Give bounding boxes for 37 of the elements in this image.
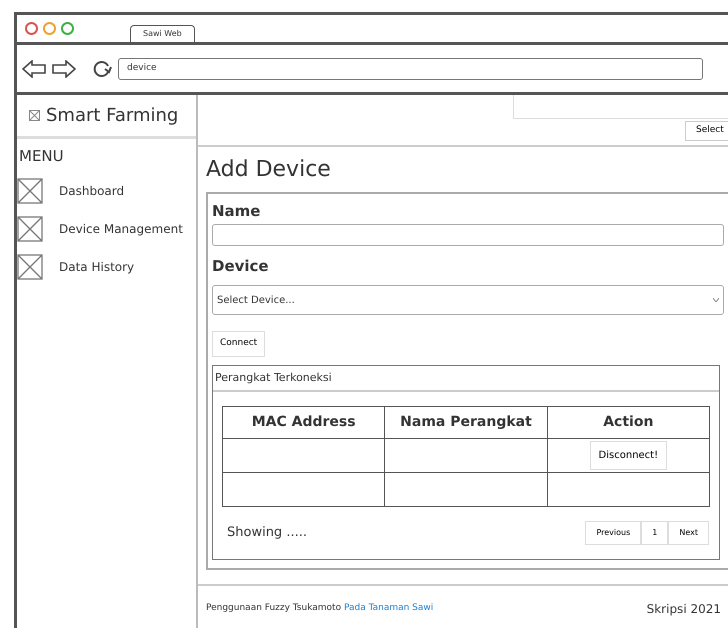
footer-credit: Skripsi 2021 <box>646 601 721 618</box>
image-placeholder-icon <box>17 178 43 204</box>
column-header: MAC Address <box>222 406 385 438</box>
image-placeholder-icon <box>17 216 43 242</box>
previous-button[interactable]: Previous <box>585 521 642 545</box>
page-title: Add Device <box>206 157 331 182</box>
select-field[interactable]: Select Device... <box>212 285 724 315</box>
image-placeholder-icon <box>17 254 43 280</box>
column-header: Action <box>547 406 710 438</box>
next-button[interactable]: Next <box>668 521 709 545</box>
minimize-button[interactable] <box>43 22 56 35</box>
footer-link[interactable]: Pada Tanaman Sawi <box>344 603 434 614</box>
maximize-button[interactable] <box>61 22 74 35</box>
image-placeholder-icon <box>29 110 40 121</box>
back-icon[interactable] <box>22 60 46 78</box>
disconnect-button[interactable]: Disconnect! <box>590 441 668 470</box>
panel-title: Perangkat Terkoneksi <box>215 370 332 384</box>
select-button[interactable]: Select <box>685 121 728 140</box>
page-button[interactable]: 1 <box>641 521 668 545</box>
caret-icon <box>713 298 719 302</box>
address-field[interactable]: device <box>118 58 703 80</box>
menu-heading: MENU <box>19 147 64 165</box>
input-field[interactable] <box>212 224 724 246</box>
reload-icon[interactable] <box>92 58 112 78</box>
browser-tab[interactable]: Sawi Web <box>130 25 195 42</box>
forward-icon[interactable] <box>52 60 76 78</box>
menu-item[interactable]: Dashboard <box>59 182 124 200</box>
menu-item[interactable]: Data History <box>59 258 134 276</box>
showing-text: Showing ..... <box>227 524 307 542</box>
close-button[interactable] <box>25 22 38 35</box>
footer-text: Penggunaan Fuzzy Tsukamoto <box>206 603 342 614</box>
brand-title: Smart Farming <box>46 104 178 128</box>
field-label: Device <box>212 256 269 274</box>
menu-item[interactable]: Device Management <box>59 220 183 238</box>
connect-button[interactable]: Connect <box>212 331 266 356</box>
field-label: Name <box>212 202 260 220</box>
column-header: Nama Perangkat <box>384 406 548 438</box>
